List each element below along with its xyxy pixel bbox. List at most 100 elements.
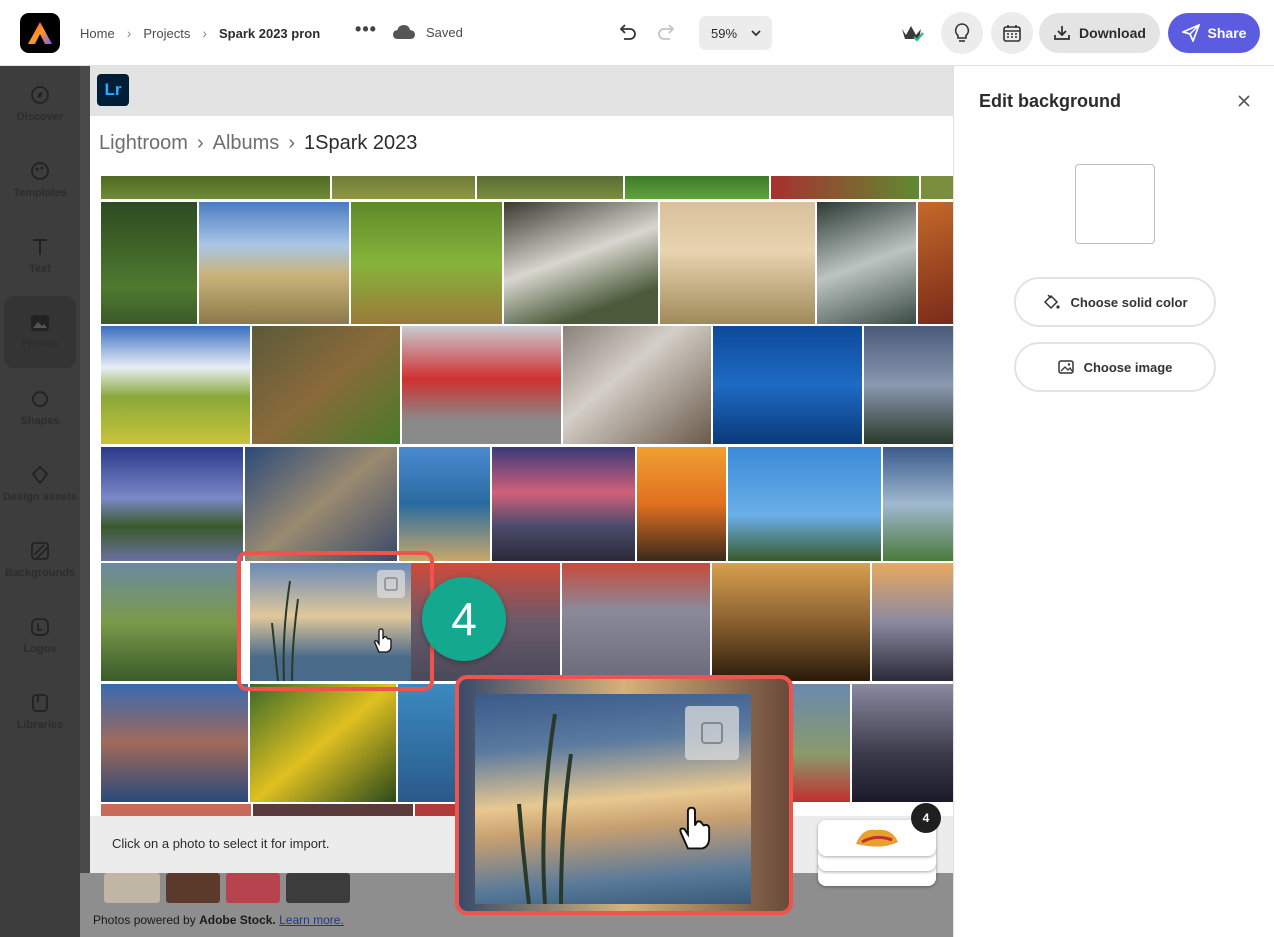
download-label: Download (1079, 25, 1146, 41)
photo-tile[interactable] (713, 326, 862, 444)
photo-tile[interactable] (402, 326, 561, 444)
photo-tile[interactable] (771, 176, 919, 199)
rail-item-design-assets[interactable]: Design assets (0, 448, 80, 520)
learn-more-link[interactable]: Learn more. (279, 913, 344, 927)
stock-thumbnail[interactable] (286, 873, 350, 903)
photo-tile[interactable] (918, 202, 953, 324)
choose-image-button[interactable]: Choose image (1014, 342, 1216, 392)
photo-tile[interactable] (250, 684, 396, 802)
templates-icon (31, 162, 49, 180)
photo-tile[interactable] (101, 563, 237, 681)
stock-thumbnail[interactable] (226, 873, 280, 903)
zoom-select[interactable]: 59% (699, 16, 772, 50)
photo-tile[interactable] (637, 447, 726, 561)
rail-item-shapes[interactable]: Shapes (0, 372, 80, 444)
photo-tile[interactable] (351, 202, 502, 324)
photo-tile[interactable] (504, 202, 658, 324)
background-swatch[interactable] (1075, 164, 1155, 244)
calendar-icon (1003, 25, 1021, 42)
left-rail: Discover Templates Text Photos Shapes De… (0, 66, 80, 937)
redo-icon[interactable] (656, 22, 678, 44)
close-icon[interactable] (1235, 92, 1253, 110)
chevron-right-icon: › (196, 132, 204, 154)
app-logo[interactable] (20, 13, 60, 53)
breadcrumb-projects[interactable]: Projects (143, 26, 190, 41)
photo-tile[interactable] (101, 326, 250, 444)
download-button[interactable]: Download (1039, 13, 1160, 53)
photo-tile[interactable] (415, 804, 455, 816)
import-hint: Click on a photo to select it for import… (112, 836, 330, 851)
photo-tile[interactable] (245, 447, 397, 561)
more-options-icon[interactable]: ••• (355, 20, 377, 42)
premium-button[interactable] (891, 12, 933, 54)
photo-tile[interactable] (712, 563, 870, 681)
rail-label: Logos (23, 643, 57, 655)
zoom-value: 59% (711, 25, 738, 41)
photo-tile[interactable] (625, 176, 769, 199)
stock-thumbnail[interactable] (166, 873, 220, 903)
image-label: Choose image (1083, 359, 1173, 375)
selected-photo-tile[interactable] (250, 563, 411, 681)
photo-tile[interactable] (477, 176, 623, 199)
rail-item-backgrounds[interactable]: Backgrounds (0, 524, 80, 596)
rail-item-templates[interactable]: Templates (0, 144, 80, 216)
top-bar: Home › Projects › Spark 2023 pron ••• Sa… (0, 0, 1274, 66)
chevron-right-icon: › (202, 25, 207, 41)
photo-tile[interactable] (883, 447, 953, 561)
photo-tile[interactable] (199, 202, 349, 324)
rail-label: Templates (13, 187, 67, 199)
photo-tile[interactable] (101, 176, 330, 199)
undo-icon[interactable] (616, 22, 638, 44)
breadcrumb-home[interactable]: Home (80, 26, 115, 41)
photo-tile[interactable] (728, 447, 881, 561)
rail-label: Libraries (16, 719, 64, 731)
photo-tile[interactable] (253, 804, 413, 816)
rail-label: Discover (16, 111, 64, 123)
photo-tile[interactable] (101, 804, 251, 816)
save-status: Saved (426, 25, 463, 40)
photo-tile[interactable] (101, 684, 248, 802)
choose-solid-color-button[interactable]: Choose solid color (1014, 277, 1216, 327)
photo-tile[interactable] (817, 202, 916, 324)
photo-tile[interactable] (492, 447, 635, 561)
schedule-button[interactable] (991, 12, 1033, 54)
crown-check-icon (902, 26, 924, 42)
crumb-albums[interactable]: Albums (213, 132, 280, 155)
rail-item-photos[interactable]: Photos (4, 296, 76, 368)
photo-tile[interactable] (101, 447, 243, 561)
photo-tile[interactable] (562, 563, 710, 681)
photo-tile[interactable] (399, 447, 490, 561)
stack-count-badge: 4 (911, 803, 941, 833)
adobe-express-icon (28, 22, 52, 44)
photo-tile[interactable] (872, 563, 953, 681)
crumb-lightroom[interactable]: Lightroom (99, 132, 188, 155)
photo-tile[interactable] (252, 326, 400, 444)
dialog-header: Lr (90, 66, 953, 116)
stock-thumbnail[interactable] (104, 873, 160, 903)
shapes-icon (32, 391, 48, 407)
select-checkbox[interactable] (377, 570, 405, 598)
rail-item-discover[interactable]: Discover (0, 68, 80, 140)
rail-item-text[interactable]: Text (0, 220, 80, 292)
rail-item-logos[interactable]: Logos (0, 600, 80, 672)
rail-item-libraries[interactable]: Libraries (0, 676, 80, 748)
credit-brand: Adobe Stock. (199, 913, 276, 927)
share-button[interactable]: Share (1168, 13, 1260, 53)
step-number-badge: 4 (422, 577, 506, 661)
photo-tile[interactable] (660, 202, 815, 324)
project-title[interactable]: Spark 2023 pron (219, 26, 320, 41)
photo-tile[interactable] (790, 684, 850, 802)
photo-tile[interactable] (332, 176, 475, 199)
photo-tile[interactable] (921, 176, 953, 199)
photo-tile[interactable] (864, 326, 953, 444)
photo-tile[interactable] (101, 202, 197, 324)
stock-credit: Photos powered by Adobe Stock. Learn mor… (93, 913, 344, 927)
solid-color-label: Choose solid color (1070, 294, 1188, 310)
photo-tile[interactable] (852, 684, 953, 802)
credit-prefix: Photos powered by (93, 913, 196, 927)
libraries-icon (32, 694, 48, 712)
photo-tile[interactable] (398, 684, 458, 802)
photo-tile[interactable] (563, 326, 711, 444)
hand-cursor-icon (374, 628, 392, 653)
ideas-button[interactable] (941, 12, 983, 54)
